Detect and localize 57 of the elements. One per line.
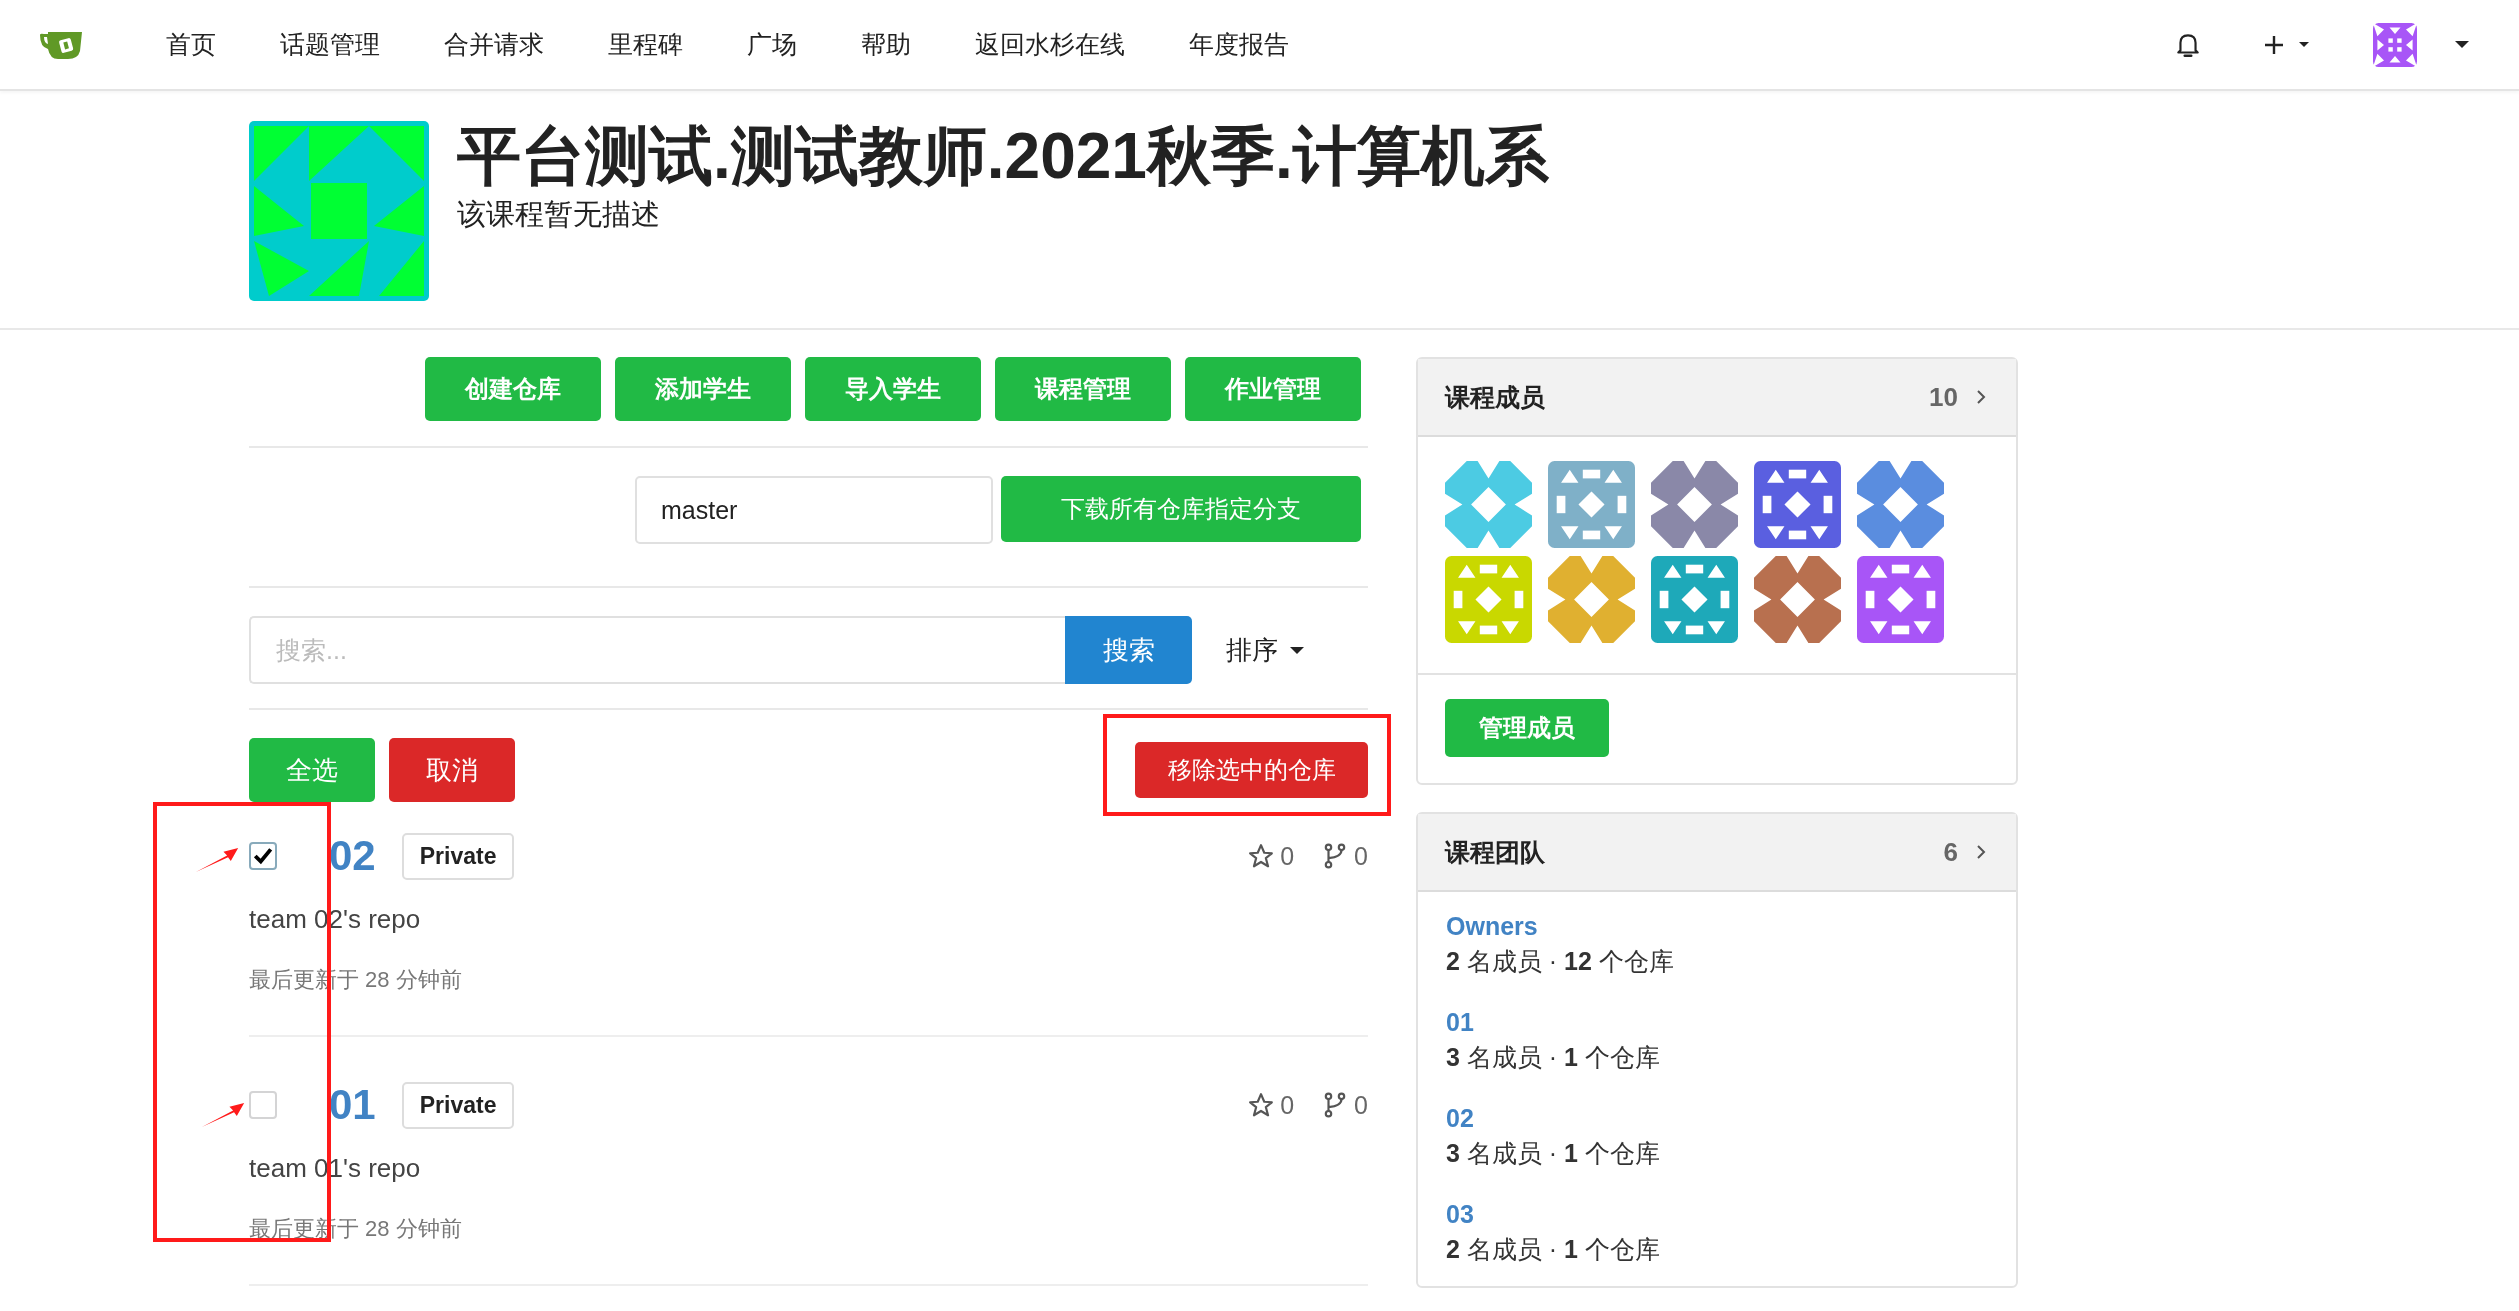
member-count: 10 <box>1929 381 1958 413</box>
cancel-button[interactable]: 取消 <box>389 738 515 802</box>
user-avatar[interactable] <box>2373 22 2417 67</box>
select-all-button[interactable]: 全选 <box>249 738 375 802</box>
action-button[interactable]: 作业管理 <box>1185 357 1361 421</box>
repo-name-link[interactable]: 02 <box>329 832 376 880</box>
nav-link[interactable]: 年度报告 <box>1157 28 1321 61</box>
download-branch-button[interactable]: 下载所有仓库指定分支 <box>1001 476 1361 542</box>
nav-link[interactable]: 广场 <box>715 28 829 61</box>
caret-icon <box>1290 646 1304 654</box>
chevron-right-icon[interactable] <box>1976 844 1986 860</box>
team-name-link[interactable]: 02 <box>1446 1104 1474 1132</box>
nav-link[interactable]: 合并请求 <box>412 28 576 61</box>
team-name-link[interactable]: 01 <box>1446 1008 1474 1036</box>
manage-members-button[interactable]: 管理成员 <box>1445 699 1609 757</box>
team-stats: 2 名成员 · 12 个仓库 <box>1446 946 1675 977</box>
star-icon <box>1248 1092 1275 1118</box>
star-icon <box>1248 843 1275 869</box>
nav-link[interactable]: 里程碑 <box>576 28 715 61</box>
nav-link[interactable]: 返回水杉在线 <box>943 28 1157 61</box>
member-avatar[interactable] <box>1651 556 1738 643</box>
action-button[interactable]: 课程管理 <box>995 357 1171 421</box>
team-name-link[interactable]: 03 <box>1446 1200 1474 1228</box>
sort-dropdown[interactable]: 排序 <box>1226 632 1304 668</box>
team-count: 6 <box>1943 836 1958 868</box>
course-description: 该课程暂无描述 <box>457 197 661 233</box>
search-button[interactable]: 搜索 <box>1065 616 1192 684</box>
caret-icon[interactable] <box>2455 41 2469 48</box>
action-button[interactable]: 创建仓库 <box>425 357 601 421</box>
star-count: 0 <box>1280 841 1295 871</box>
member-avatar[interactable] <box>1548 461 1635 548</box>
member-avatar[interactable] <box>1754 461 1841 548</box>
team-stats: 3 名成员 · 1 个仓库 <box>1446 1138 1661 1169</box>
action-button[interactable]: 添加学生 <box>615 357 791 421</box>
fork-count: 0 <box>1354 841 1368 871</box>
checkbox[interactable] <box>249 842 277 870</box>
chevron-right-icon[interactable] <box>1976 389 1986 405</box>
search-field[interactable]: 搜索... <box>249 616 1065 684</box>
team-stats: 2 名成员 · 1 个仓库 <box>1446 1234 1661 1265</box>
action-button[interactable]: 导入学生 <box>805 357 981 421</box>
branch-input[interactable]: master <box>635 476 993 544</box>
card-title: 课程成员 <box>1445 381 1545 413</box>
nav-link[interactable]: 话题管理 <box>248 28 412 61</box>
nav-link[interactable]: 首页 <box>134 28 248 61</box>
course-title: 平台测试.测试教师.2021秋季.计算机系 <box>457 121 1549 192</box>
member-avatar[interactable] <box>1857 556 1944 643</box>
visibility-label: Private <box>401 1081 515 1129</box>
remove-selected-button[interactable]: 移除选中的仓库 <box>1135 742 1368 798</box>
star-count: 0 <box>1280 1090 1295 1120</box>
team-stats: 3 名成员 · 1 个仓库 <box>1446 1042 1661 1073</box>
team-name-link[interactable]: Owners <box>1446 912 1538 940</box>
nav-link[interactable]: 帮助 <box>829 28 943 61</box>
checkbox[interactable] <box>249 1091 277 1119</box>
card-title: 课程团队 <box>1445 836 1545 868</box>
fork-count: 0 <box>1354 1090 1368 1120</box>
repo-name-link[interactable]: 01 <box>329 1081 376 1129</box>
visibility-label: Private <box>401 832 515 880</box>
